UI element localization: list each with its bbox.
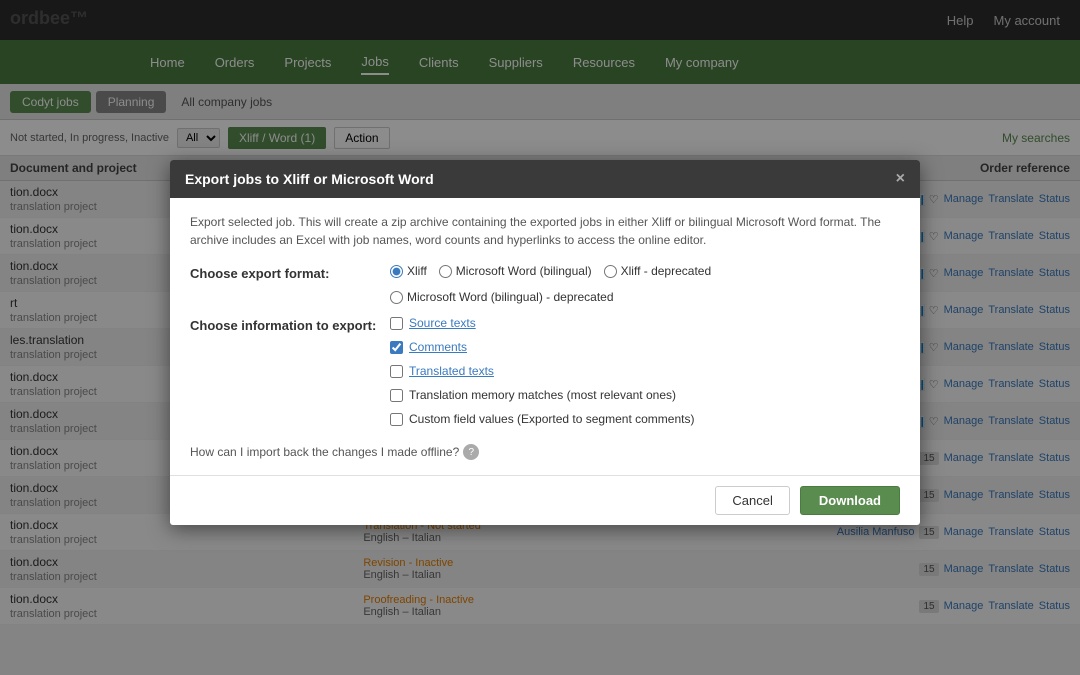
format-msword-dep[interactable]: Microsoft Word (bilingual) - deprecated [390, 290, 614, 304]
format-xliff-dep-radio[interactable] [604, 265, 617, 278]
format-msword-dep-radio[interactable] [390, 291, 403, 304]
modal-description: Export selected job. This will create a … [190, 213, 900, 249]
opt-custom[interactable]: Custom field values (Exported to segment… [390, 412, 694, 426]
cancel-button[interactable]: Cancel [715, 486, 789, 515]
format-xliff-label: Xliff [407, 264, 427, 278]
opt-source-label: Source texts [409, 316, 476, 330]
help-icon[interactable]: ? [463, 444, 479, 460]
opt-tm[interactable]: Translation memory matches (most relevan… [390, 388, 694, 402]
opt-tm-checkbox[interactable] [390, 389, 403, 402]
format-msword-label: Microsoft Word (bilingual) [456, 264, 592, 278]
opt-translated[interactable]: Translated texts [390, 364, 694, 378]
opt-comments[interactable]: Comments [390, 340, 694, 354]
opt-comments-checkbox[interactable] [390, 341, 403, 354]
import-question-text: How can I import back the changes I made… [190, 445, 459, 459]
format-xliff-radio[interactable] [390, 265, 403, 278]
format-label: Choose export format: [190, 264, 390, 281]
format-row: Choose export format: Xliff Microsoft Wo… [190, 264, 900, 304]
modal-header: Export jobs to Xliff or Microsoft Word × [170, 160, 920, 198]
opt-translated-checkbox[interactable] [390, 365, 403, 378]
format-options: Xliff Microsoft Word (bilingual) Xliff -… [390, 264, 900, 304]
modal-title: Export jobs to Xliff or Microsoft Word [185, 171, 434, 187]
info-label: Choose information to export: [190, 316, 390, 333]
format-xliff-dep-label: Xliff - deprecated [621, 264, 712, 278]
opt-custom-checkbox[interactable] [390, 413, 403, 426]
format-msword-dep-label: Microsoft Word (bilingual) - deprecated [407, 290, 614, 304]
format-msword-radio[interactable] [439, 265, 452, 278]
modal-footer: Cancel Download [170, 475, 920, 525]
import-question-row: How can I import back the changes I made… [190, 444, 900, 460]
info-options: Source texts Comments Translated texts T… [390, 316, 694, 432]
opt-custom-label: Custom field values (Exported to segment… [409, 412, 694, 426]
opt-tm-label: Translation memory matches (most relevan… [409, 388, 676, 402]
opt-translated-label: Translated texts [409, 364, 494, 378]
format-xliff-dep[interactable]: Xliff - deprecated [604, 264, 712, 278]
download-button[interactable]: Download [800, 486, 900, 515]
opt-source[interactable]: Source texts [390, 316, 694, 330]
modal-body: Export selected job. This will create a … [170, 198, 920, 475]
opt-comments-label: Comments [409, 340, 467, 354]
modal-close-btn[interactable]: × [896, 170, 905, 188]
export-modal: Export jobs to Xliff or Microsoft Word ×… [170, 160, 920, 525]
info-row: Choose information to export: Source tex… [190, 316, 900, 432]
format-msword[interactable]: Microsoft Word (bilingual) [439, 264, 592, 278]
opt-source-checkbox[interactable] [390, 317, 403, 330]
format-xliff[interactable]: Xliff [390, 264, 427, 278]
